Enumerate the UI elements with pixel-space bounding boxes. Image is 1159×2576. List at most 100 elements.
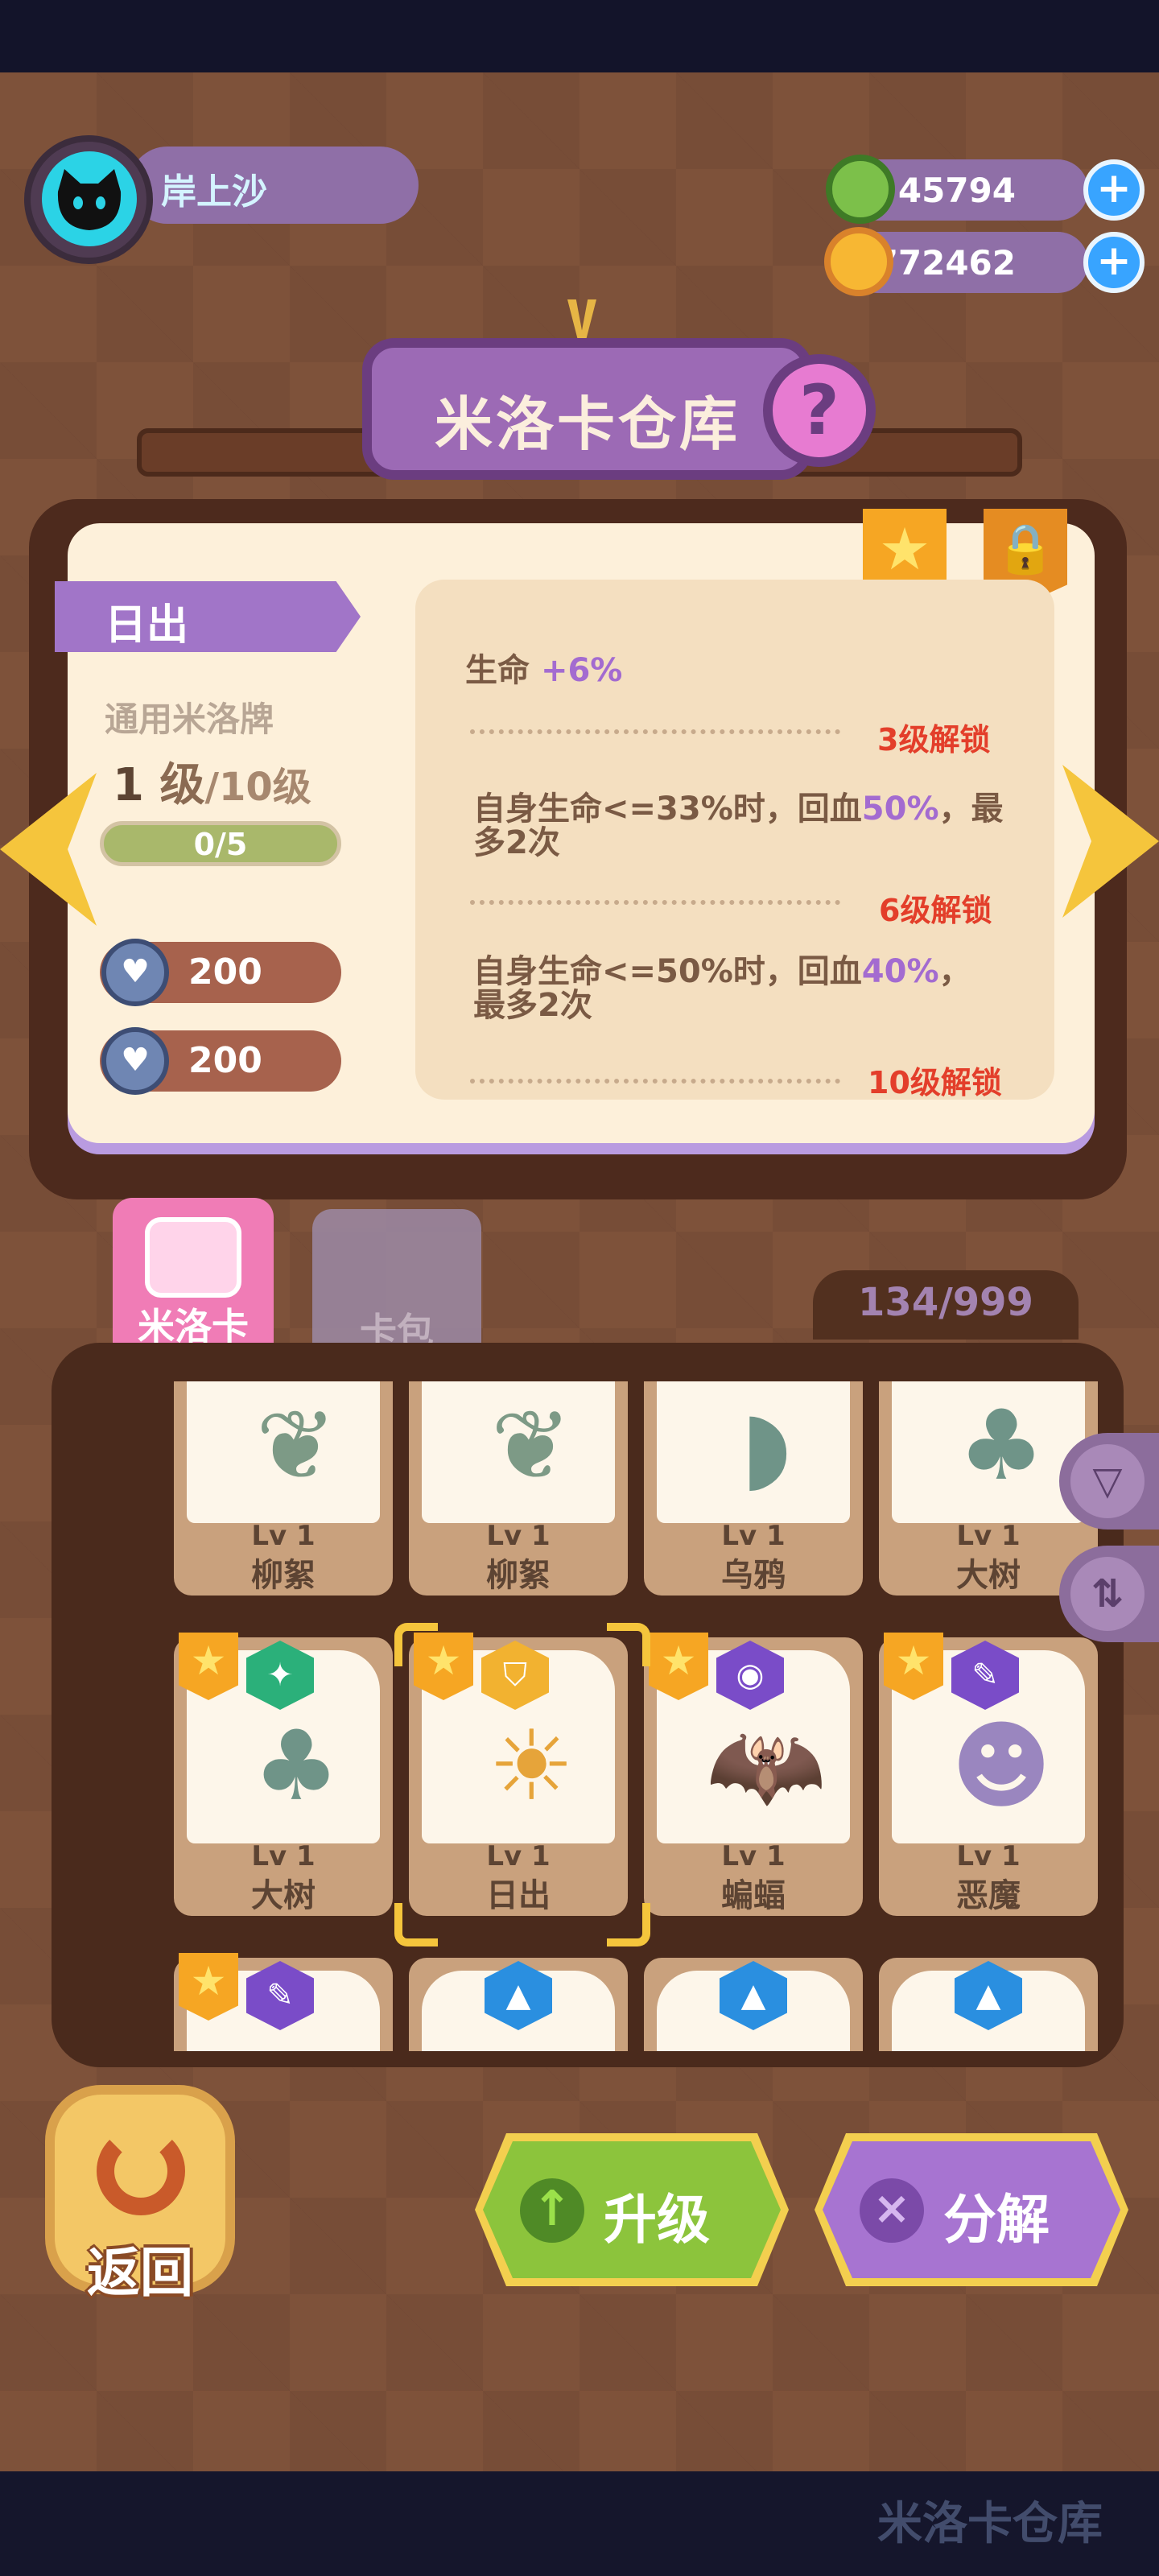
card-grid[interactable]: ❦ Lv 1 柳絮 ❦ Lv 1 柳絮 ◗ Lv 1 乌鸦 ♣ Lv 1 大树 ♣ ★ ✦ Lv 1大… <box>52 1343 1124 2067</box>
card-art-frame: ♣ <box>892 1381 1085 1523</box>
card-partial-4[interactable]: ▲ <box>879 1958 1098 2051</box>
card-tree-2[interactable]: ♣ ★ ✦ Lv 1 大树 <box>174 1633 393 1916</box>
heart-shield-icon: ♥ <box>101 1027 169 1095</box>
upgrade-button-label: 升级 <box>604 2189 710 2251</box>
card-grid-scroll[interactable]: ❦ Lv 1 柳絮 ❦ Lv 1 柳絮 ◗ Lv 1 乌鸦 ♣ Lv 1 大树 ♣ ★ ✦ Lv 1大… <box>124 1381 1114 2051</box>
unlock-level-3: 3级解锁 <box>877 722 991 758</box>
cat-avatar-icon <box>57 169 122 230</box>
divider <box>470 729 840 734</box>
card-name: 柳絮 <box>486 1557 551 1594</box>
divider <box>470 1079 840 1084</box>
close-icon: × <box>860 2178 924 2243</box>
card-crow[interactable]: ◗ Lv 1 乌鸦 <box>644 1381 863 1596</box>
filter-button[interactable]: ▽ <box>1059 1433 1159 1530</box>
card-level: 1 级/10级 <box>113 749 311 814</box>
unlock-level-10: 10级解锁 <box>868 1065 1002 1100</box>
card-name: 大树 <box>251 1877 316 1914</box>
card-level: Lv 1 <box>721 1840 786 1872</box>
card-name: 柳絮 <box>251 1557 316 1594</box>
card-art-frame: ❦ <box>422 1381 615 1523</box>
tree-icon: ♣ <box>253 1711 340 1823</box>
paw-card-icon <box>145 1217 241 1298</box>
card-demon[interactable]: ☻ ★ ✎ Lv 1 恶魔 <box>879 1633 1098 1916</box>
card-progress-text: 0/5 <box>193 827 248 862</box>
card-partial-3[interactable]: ▲ <box>644 1958 863 2051</box>
effect-1-value: +6% <box>540 652 623 689</box>
effect-3: 自身生命<=50%时，回血40%， 最多2次 <box>473 955 1004 1022</box>
footer-label: 米洛卡仓库 <box>877 2498 1103 2550</box>
card-partial-2[interactable]: ▲ <box>409 1958 628 2051</box>
effect-1: 生命 +6% <box>465 644 622 691</box>
stat-value-1: 200 <box>188 952 262 993</box>
card-art-frame: ◗ <box>657 1381 850 1523</box>
title-plaque: 米洛卡仓库 <box>362 338 813 480</box>
bat-icon: 🦇 <box>706 1711 827 1823</box>
card-name: 蝙蝠 <box>721 1877 786 1914</box>
page-title: 米洛卡仓库 <box>434 390 740 458</box>
back-button-label: 返回 <box>87 2242 193 2304</box>
upgrade-button[interactable]: ↑ 升级 <box>483 2141 781 2278</box>
add-coins-button[interactable]: + <box>1083 232 1145 293</box>
card-name-ribbon: 日出 <box>55 581 361 652</box>
sort-button[interactable]: ⇅ <box>1059 1546 1159 1642</box>
add-gems-button[interactable]: + <box>1083 159 1145 221</box>
card-name: 乌鸦 <box>721 1557 786 1594</box>
player-name: 岸上沙 <box>161 171 267 213</box>
card-level: Lv 1 <box>721 1520 786 1552</box>
card-level: Lv 1 <box>251 1520 316 1552</box>
bird-icon: ◗ <box>740 1390 792 1502</box>
sort-icon: ⇅ <box>1070 1557 1145 1631</box>
card-sunrise-selected[interactable]: ☀ ★ ⛉ Lv 1 日出 <box>409 1633 628 1916</box>
effect-2-value: 50% <box>861 791 939 828</box>
tab-milo-card[interactable]: 米洛卡 <box>113 1198 274 1367</box>
unlock-level-6: 6级解锁 <box>879 893 992 928</box>
selection-corner <box>394 1903 438 1946</box>
effect-2: 自身生命<=33%时，回血50%，最 多2次 <box>473 792 1004 860</box>
sunrise-icon: ☀ <box>488 1711 575 1823</box>
gem-amount: 45794 <box>897 171 1016 210</box>
card-art-frame: ❦ <box>187 1381 380 1523</box>
card-partial-1[interactable]: ★ ✎ <box>174 1953 393 2051</box>
effect-3-text: 自身生命<=50%时，回血 <box>473 953 862 990</box>
player-name-bar[interactable]: 岸上沙 <box>129 147 419 224</box>
level-value: 1 <box>113 759 144 811</box>
card-willow-2[interactable]: ❦ Lv 1 柳絮 <box>409 1381 628 1596</box>
demon-icon: ☻ <box>951 1711 1052 1823</box>
stat-value-2: 200 <box>188 1040 262 1081</box>
effect-3-text-c: 最多2次 <box>473 987 592 1024</box>
inventory-count-text: 134/999 <box>858 1280 1033 1325</box>
card-bat[interactable]: 🦇 ★ ◉ Lv 1 蝙蝠 <box>644 1633 863 1916</box>
card-type: 通用米洛牌 <box>105 700 274 739</box>
decompose-button-label: 分解 <box>943 2189 1050 2251</box>
divider <box>470 900 840 905</box>
card-willow-1[interactable]: ❦ Lv 1 柳絮 <box>174 1381 393 1596</box>
leaf-icon: ❦ <box>490 1390 572 1502</box>
card-name: 恶魔 <box>956 1877 1021 1914</box>
card-level: Lv 1 <box>486 1840 551 1872</box>
effect-2-text-c: 多2次 <box>473 824 560 861</box>
help-button[interactable]: ? <box>763 354 876 467</box>
effect-3-value: 40% <box>861 953 939 990</box>
status-bar <box>0 0 1159 72</box>
level-unit: 级 <box>159 759 205 811</box>
card-progress-bar: 0/5 <box>100 821 341 866</box>
card-level: Lv 1 <box>486 1520 551 1552</box>
tree-icon: ♣ <box>958 1390 1045 1502</box>
card-level: Lv 1 <box>956 1840 1021 1872</box>
leaf-icon: ❦ <box>255 1390 337 1502</box>
card-name: 日出 <box>105 601 189 650</box>
inventory-count: 134/999 <box>813 1270 1079 1340</box>
return-arrow-icon <box>97 2127 185 2215</box>
selection-corner <box>607 1623 650 1666</box>
card-level: Lv 1 <box>956 1520 1021 1552</box>
level-max: /10级 <box>204 765 311 810</box>
filter-icon: ▽ <box>1070 1444 1145 1518</box>
card-level: Lv 1 <box>251 1840 316 1872</box>
card-name: 日出 <box>486 1877 551 1914</box>
avatar[interactable] <box>42 151 137 246</box>
planet-coin-icon <box>824 227 893 296</box>
up-arrow-icon: ↑ <box>520 2178 584 2243</box>
heart-shield-icon: ♥ <box>101 939 169 1006</box>
effect-2-text-b: ，最 <box>938 791 1004 828</box>
decompose-button[interactable]: × 分解 <box>823 2141 1120 2278</box>
